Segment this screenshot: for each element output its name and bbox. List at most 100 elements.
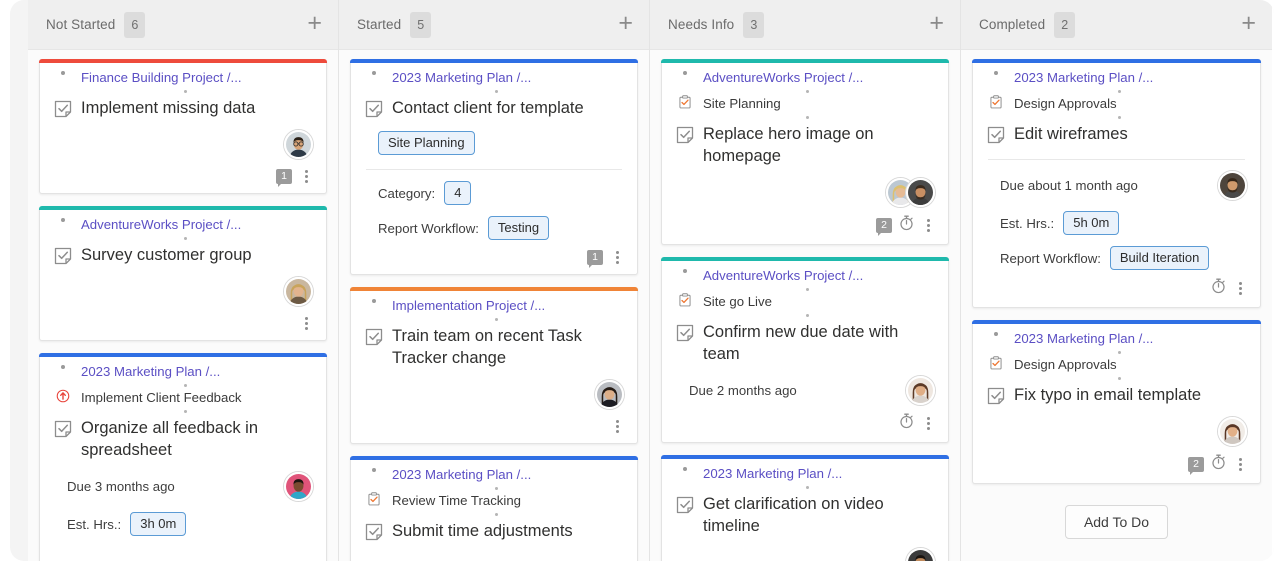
task-title[interactable]: Contact client for template	[392, 96, 584, 119]
avatar[interactable]	[906, 376, 935, 405]
avatar[interactable]	[1218, 171, 1247, 200]
avatar[interactable]	[284, 472, 313, 501]
more-options-icon[interactable]	[921, 416, 935, 432]
task-check-icon[interactable]	[364, 519, 384, 542]
project-link[interactable]: 2023 Marketing Plan /...	[1014, 330, 1153, 348]
parent-task-label[interactable]: Design Approvals	[1014, 95, 1117, 113]
more-options-icon[interactable]	[1233, 457, 1247, 473]
parent-task-label[interactable]: Site go Live	[703, 293, 772, 311]
add-todo-button[interactable]: Add To Do	[1064, 505, 1169, 539]
task-check-icon[interactable]	[364, 324, 384, 347]
more-options-icon[interactable]	[299, 315, 313, 331]
task-card[interactable]: 2023 Marketing Plan /... Contact client …	[350, 59, 638, 275]
more-options-icon[interactable]	[921, 218, 935, 234]
timer-icon[interactable]	[1211, 454, 1226, 475]
task-check-icon[interactable]	[986, 122, 1006, 145]
task-title[interactable]: Edit wireframes	[1014, 122, 1128, 145]
more-options-icon[interactable]	[299, 168, 313, 184]
task-check-icon[interactable]	[53, 96, 73, 119]
clipboard-check-icon[interactable]	[986, 95, 1006, 109]
comment-count-badge[interactable]: 1	[587, 249, 603, 268]
task-check-icon[interactable]	[675, 492, 695, 515]
parent-task-label[interactable]: Review Time Tracking	[392, 492, 521, 510]
task-card[interactable]: AdventureWorks Project /... Site Plannin…	[661, 59, 949, 245]
project-link[interactable]: 2023 Marketing Plan /...	[392, 69, 531, 87]
task-card[interactable]: AdventureWorks Project /... Survey custo…	[39, 206, 327, 341]
avatar[interactable]	[1218, 417, 1247, 446]
task-card[interactable]: 2023 Marketing Plan /... Implement Clien…	[39, 353, 327, 561]
task-card[interactable]: Implementation Project /... Train team o…	[350, 287, 638, 444]
card-due-row: Due 2 months ago	[675, 376, 935, 405]
timer-icon[interactable]	[899, 215, 914, 236]
project-link[interactable]: Finance Building Project /...	[81, 69, 242, 87]
task-check-icon[interactable]	[675, 122, 695, 145]
task-title[interactable]: Submit time adjustments	[392, 519, 573, 542]
task-card[interactable]: 2023 Marketing Plan /... Design Approval…	[972, 59, 1261, 308]
project-link[interactable]: 2023 Marketing Plan /...	[703, 465, 842, 483]
task-card[interactable]: 2023 Marketing Plan /... Get clarificati…	[661, 455, 949, 561]
project-link[interactable]: 2023 Marketing Plan /...	[392, 466, 531, 484]
task-title[interactable]: Implement missing data	[81, 96, 255, 119]
parent-task-label[interactable]: Design Approvals	[1014, 356, 1117, 374]
project-link[interactable]: AdventureWorks Project /...	[703, 69, 863, 87]
field-value-pill[interactable]: 3h 0m	[130, 512, 187, 536]
task-card[interactable]: 2023 Marketing Plan /... Review Time Tra…	[350, 456, 638, 561]
task-title[interactable]: Train team on recent Task Tracker change	[392, 324, 624, 369]
clipboard-check-icon[interactable]	[364, 492, 384, 506]
timer-icon[interactable]	[899, 413, 914, 434]
assignee-avatars	[284, 130, 313, 159]
task-title[interactable]: Fix typo in email template	[1014, 383, 1201, 406]
task-check-icon[interactable]	[53, 243, 73, 266]
comment-count-badge[interactable]: 2	[876, 218, 892, 236]
task-card[interactable]: AdventureWorks Project /... Site go Live…	[661, 257, 949, 443]
field-value-pill[interactable]: 5h 0m	[1063, 211, 1120, 235]
comment-count-badge[interactable]: 2	[1188, 457, 1204, 475]
card-meta-area	[364, 369, 624, 409]
task-check-icon[interactable]	[53, 416, 73, 439]
task-title[interactable]: Get clarification on video timeline	[703, 492, 935, 537]
field-label: Est. Hrs.:	[1000, 215, 1055, 231]
avatar[interactable]	[906, 548, 935, 561]
task-check-icon[interactable]	[986, 383, 1006, 406]
parent-task-label[interactable]: Implement Client Feedback	[81, 389, 242, 407]
task-title[interactable]: Survey customer group	[81, 243, 252, 266]
more-options-icon[interactable]	[610, 418, 624, 434]
task-check-icon[interactable]	[364, 96, 384, 119]
task-title[interactable]: Replace hero image on homepage	[703, 122, 935, 167]
task-title[interactable]: Confirm new due date with team	[703, 320, 935, 365]
parent-task-label[interactable]: Site Planning	[703, 95, 781, 113]
project-link[interactable]: AdventureWorks Project /...	[81, 216, 241, 234]
project-link[interactable]: Implementation Project /...	[392, 297, 545, 315]
project-link[interactable]: AdventureWorks Project /...	[703, 267, 863, 285]
avatar[interactable]	[906, 178, 935, 207]
task-check-icon[interactable]	[675, 320, 695, 343]
plus-icon[interactable]: +	[307, 10, 322, 39]
task-card[interactable]: 2023 Marketing Plan /... Design Approval…	[972, 320, 1261, 484]
tag-pill[interactable]: Site Planning	[378, 131, 475, 155]
avatar[interactable]	[284, 130, 313, 159]
task-card[interactable]: Finance Building Project /... Implement …	[39, 59, 327, 194]
avatar[interactable]	[284, 277, 313, 306]
priority-urgent-icon[interactable]	[53, 389, 73, 403]
avatar[interactable]	[595, 380, 624, 409]
breadcrumb-dot-small	[58, 235, 313, 242]
project-link[interactable]: 2023 Marketing Plan /...	[1014, 69, 1153, 87]
more-options-icon[interactable]	[1233, 281, 1247, 297]
project-link[interactable]: 2023 Marketing Plan /...	[81, 363, 220, 381]
field-value-pill[interactable]: Build Iteration	[1109, 246, 1210, 270]
plus-icon[interactable]: +	[618, 10, 633, 39]
plus-icon[interactable]: +	[929, 10, 944, 39]
task-title[interactable]: Organize all feedback in spreadsheet	[81, 416, 313, 461]
clipboard-check-icon[interactable]	[986, 356, 1006, 370]
card-title-row: Replace hero image on homepage	[675, 122, 935, 167]
more-options-icon[interactable]	[610, 249, 624, 265]
card-assignee-row	[675, 178, 935, 207]
field-value-pill[interactable]: Testing	[487, 216, 550, 240]
clipboard-check-icon[interactable]	[675, 95, 695, 109]
clipboard-check-icon[interactable]	[675, 293, 695, 307]
timer-icon[interactable]	[1211, 278, 1226, 299]
plus-icon[interactable]: +	[1241, 10, 1256, 39]
comment-count-badge[interactable]: 1	[276, 168, 292, 187]
card-footer	[364, 417, 624, 435]
field-value-pill[interactable]: 4	[444, 181, 472, 205]
